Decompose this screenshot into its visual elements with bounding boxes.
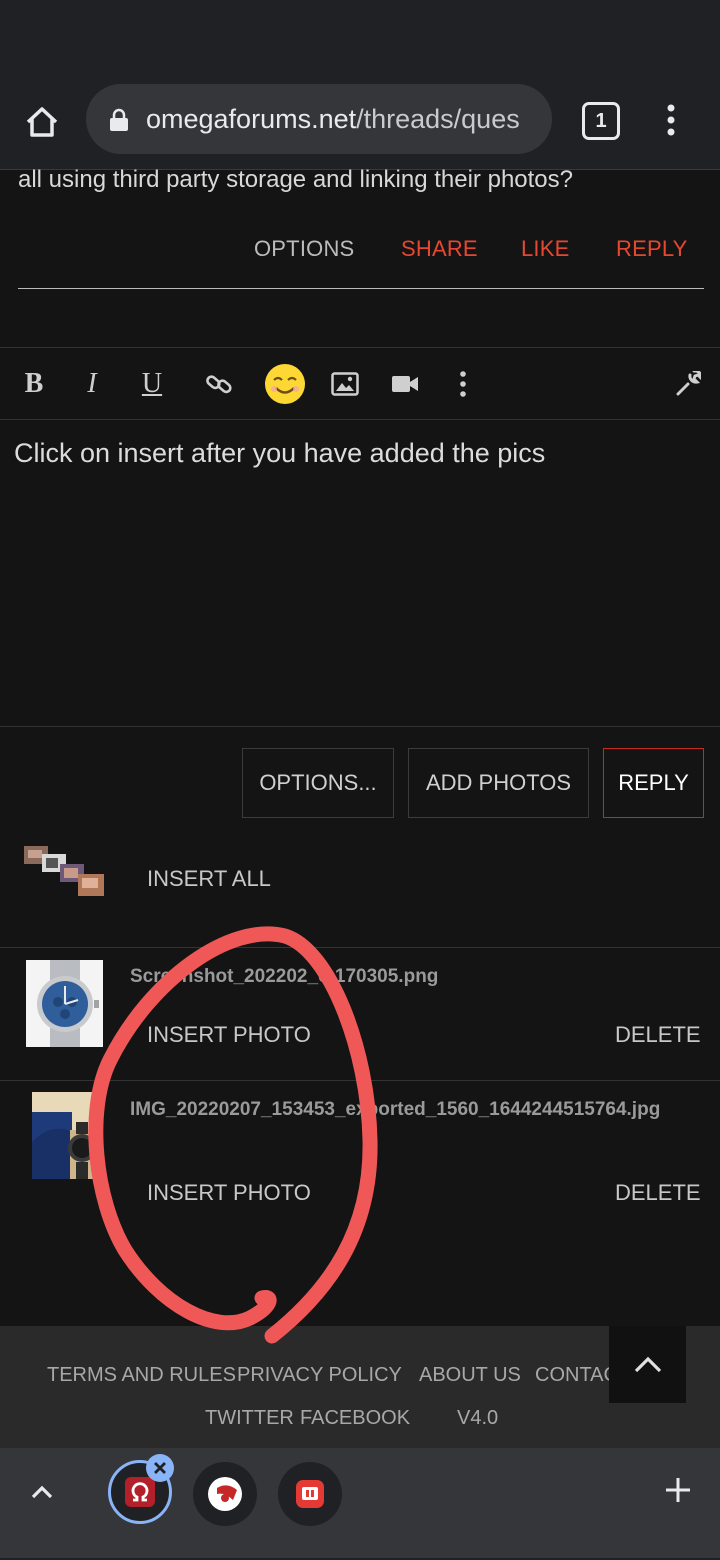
scroll-to-top-button[interactable]: [609, 1326, 686, 1403]
options-button[interactable]: OPTIONS...: [242, 748, 394, 818]
url-domain: omegaforums.net: [146, 104, 357, 134]
image-icon[interactable]: [328, 360, 362, 408]
attachment-filename: Screenshot_202202_0-170305.png: [130, 966, 439, 987]
status-bar: [0, 0, 720, 70]
attachment-filename: IMG_20220207_153453_exported_1560_164424…: [130, 1099, 661, 1120]
insert-all-thumbnails: [24, 846, 106, 898]
lock-icon: [110, 108, 128, 131]
attachment-divider: [0, 1080, 720, 1081]
more-menu-icon[interactable]: [656, 100, 686, 140]
address-bar[interactable]: omegaforums.net/threads/ques: [86, 84, 552, 154]
tab-3[interactable]: [278, 1462, 342, 1526]
footer-link-privacy[interactable]: PRIVACY POLICY: [237, 1364, 402, 1387]
browser-toolbar: omegaforums.net/threads/ques 1: [0, 70, 720, 170]
app-favicon-icon: [296, 1480, 324, 1508]
reply-button[interactable]: REPLY: [603, 748, 704, 818]
tab-count-button[interactable]: 1: [582, 102, 620, 140]
delete-attachment-link[interactable]: DELETE: [615, 1022, 701, 1048]
url-text: omegaforums.net/threads/ques: [146, 104, 520, 135]
wrench-icon[interactable]: [672, 360, 704, 408]
italic-button[interactable]: I: [76, 360, 108, 408]
close-tab-icon[interactable]: [146, 1454, 174, 1482]
url-path: /threads/ques: [356, 104, 520, 134]
attachment-thumbnail: [32, 1092, 98, 1179]
watch-favicon-icon: [208, 1477, 242, 1511]
link-icon[interactable]: [200, 360, 238, 408]
insert-photo-link[interactable]: INSERT PHOTO: [147, 1022, 311, 1048]
footer-link-terms[interactable]: TERMS AND RULES: [47, 1364, 236, 1387]
editor-toolbar: B I U: [0, 347, 720, 420]
underline-button[interactable]: U: [136, 360, 168, 408]
expand-tabs-icon[interactable]: [26, 1476, 58, 1508]
post-reply-link[interactable]: REPLY: [616, 236, 688, 262]
insert-photo-link[interactable]: INSERT PHOTO: [147, 1180, 311, 1206]
editor-textarea[interactable]: Click on insert after you have added the…: [0, 420, 720, 727]
attachment-divider: [0, 947, 720, 948]
post-like-link[interactable]: LIKE: [521, 236, 570, 262]
post-options-link[interactable]: OPTIONS: [254, 236, 354, 262]
footer-version: V4.0: [457, 1407, 499, 1429]
tab-strip: [0, 1448, 720, 1560]
footer-link-facebook[interactable]: FACEBOOK: [300, 1407, 410, 1430]
add-photos-button[interactable]: ADD PHOTOS: [408, 748, 589, 818]
insert-all-link[interactable]: INSERT ALL: [147, 866, 271, 892]
home-icon[interactable]: [18, 98, 66, 146]
tab-2[interactable]: [193, 1462, 257, 1526]
omega-favicon-icon: [125, 1477, 155, 1507]
bold-button[interactable]: B: [18, 360, 50, 408]
footer-link-about[interactable]: ABOUT US: [419, 1364, 521, 1387]
footer-link-twitter[interactable]: TWITTER: [205, 1407, 294, 1430]
chevron-up-icon: [634, 1356, 661, 1372]
post-text: all using third party storage and linkin…: [18, 166, 573, 193]
post-share-link[interactable]: SHARE: [401, 236, 478, 262]
new-tab-icon[interactable]: [662, 1474, 694, 1506]
more-options-icon[interactable]: [450, 360, 476, 408]
attachment-thumbnail: [26, 960, 103, 1047]
delete-attachment-link[interactable]: DELETE: [615, 1180, 701, 1206]
video-icon[interactable]: [388, 360, 422, 408]
editor-content: Click on insert after you have added the…: [14, 438, 546, 468]
emoji-icon[interactable]: [262, 360, 308, 408]
footer-link-contact[interactable]: CONTAC: [535, 1364, 618, 1387]
post-divider: [18, 288, 704, 289]
